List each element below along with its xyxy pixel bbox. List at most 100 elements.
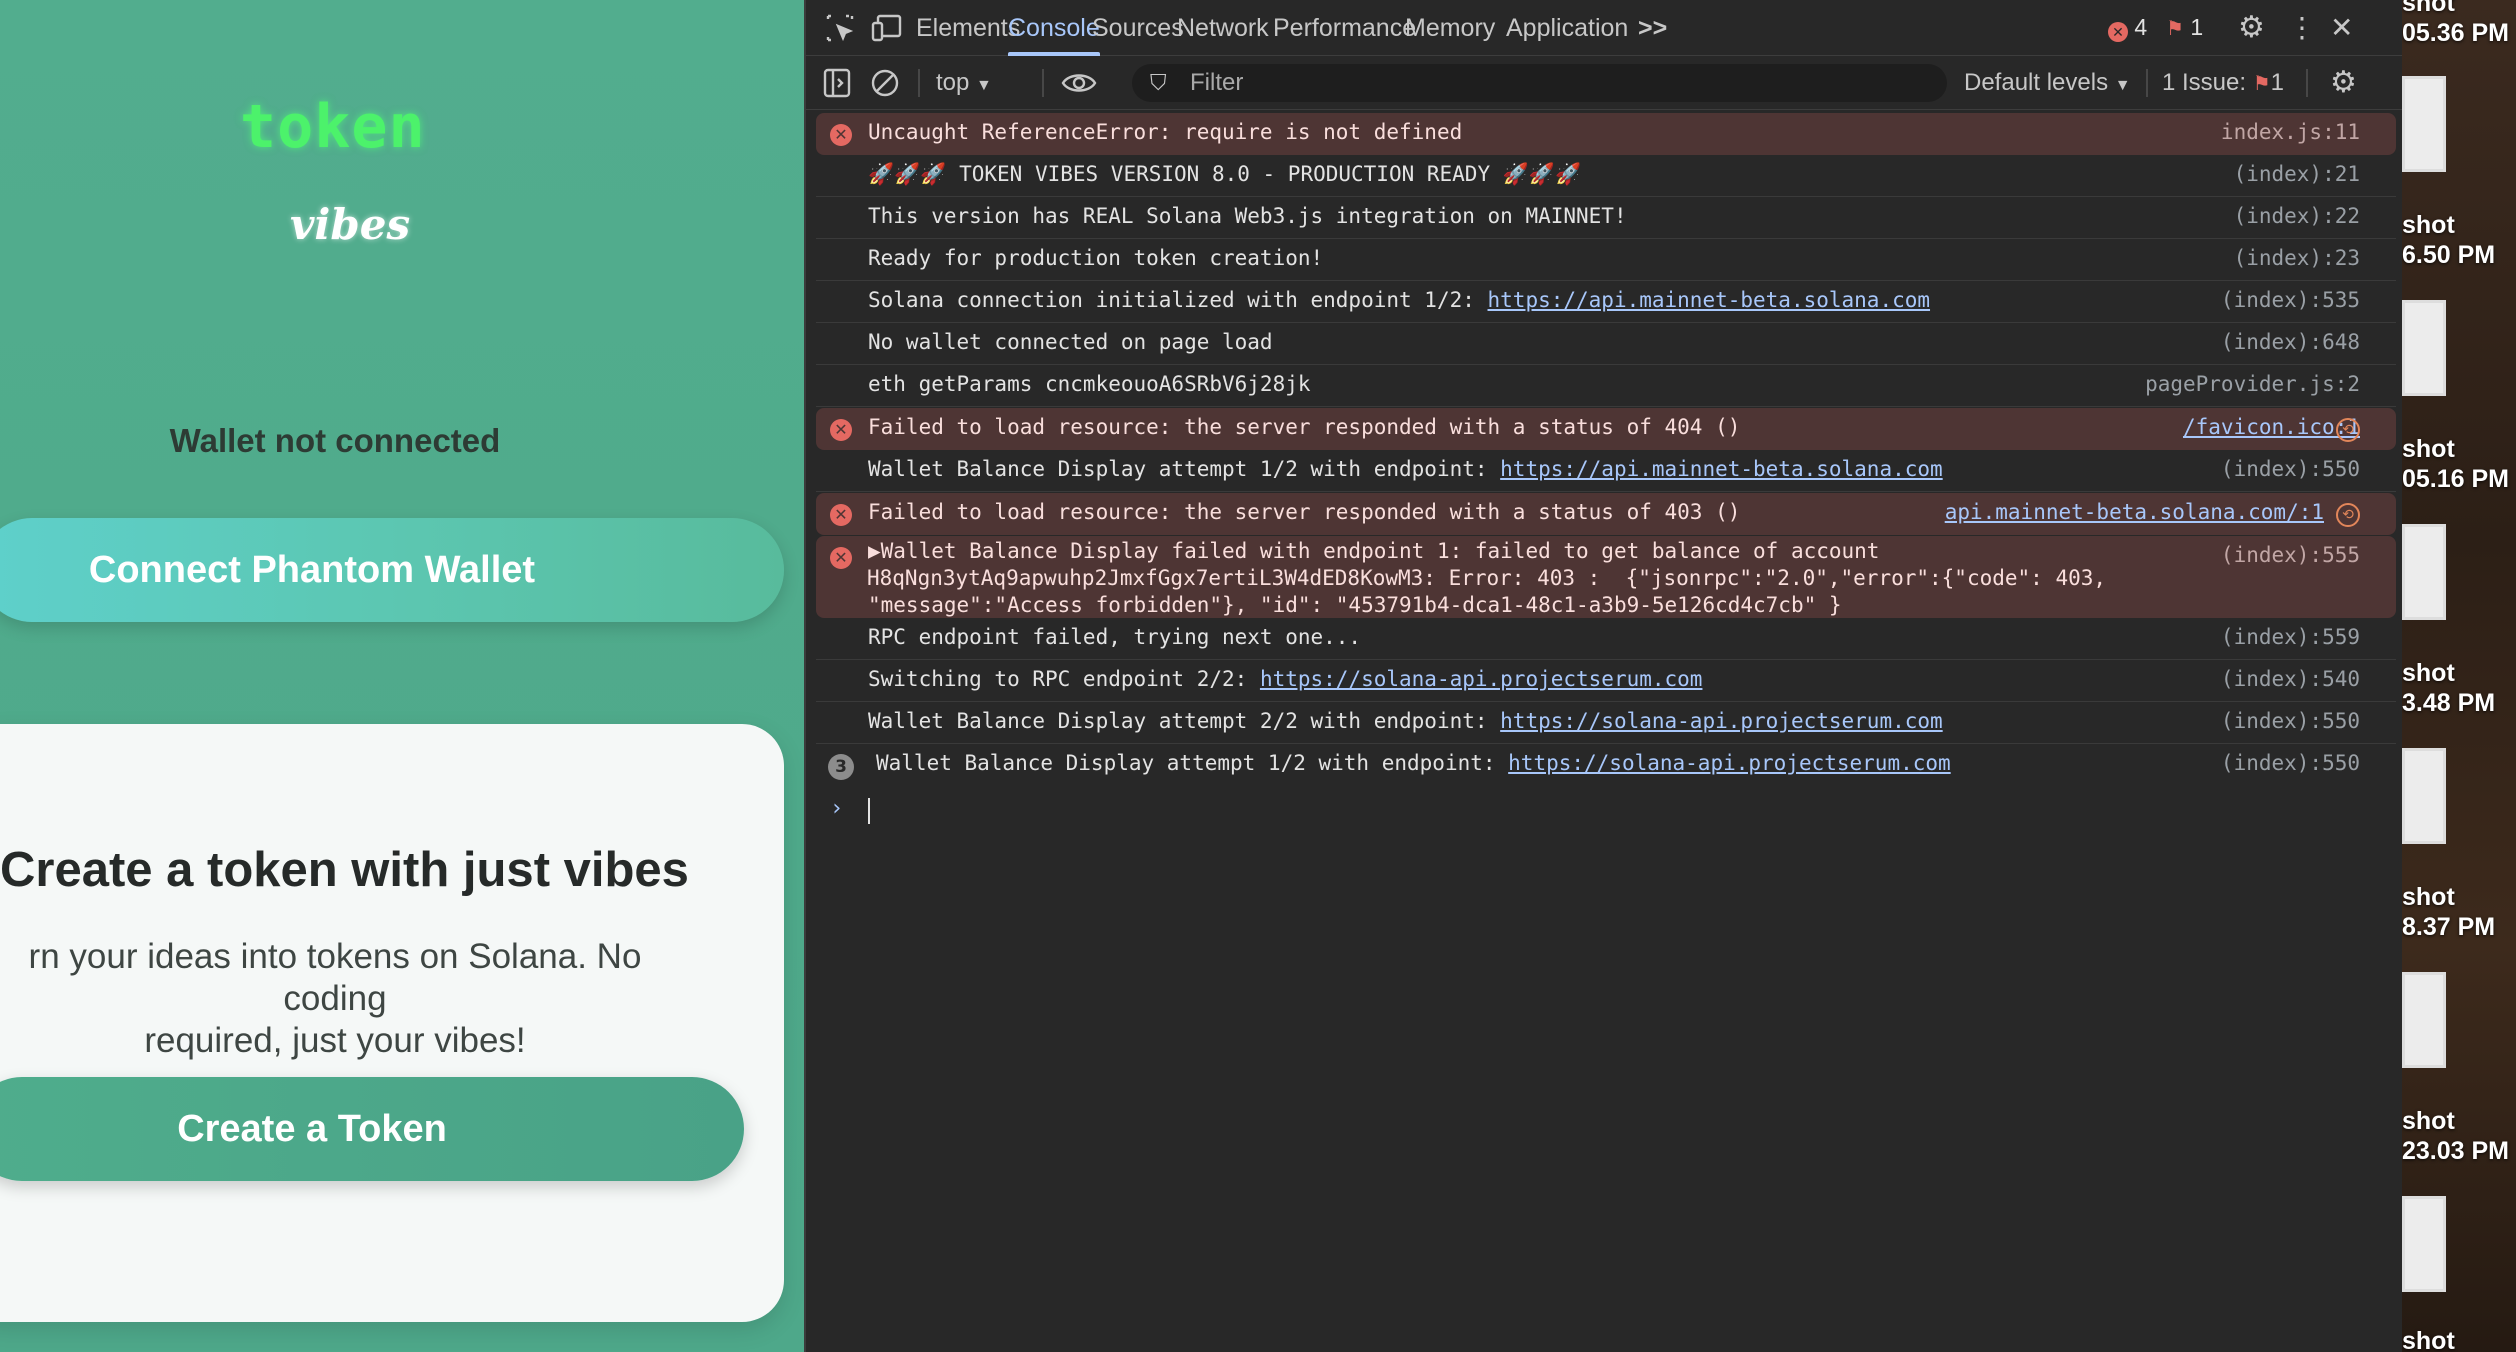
screenshot-file-icon[interactable] (2402, 76, 2446, 172)
more-tabs-chevron-icon[interactable]: >> (1638, 0, 1667, 56)
console-input-prompt[interactable]: › (816, 786, 2402, 836)
message-source-link[interactable]: (index):550 (2221, 709, 2360, 733)
issue-count: 1 (2190, 14, 2204, 40)
error-circle-icon: ✕ (830, 124, 852, 146)
message-text: Ready for production token creation! (868, 246, 1324, 270)
endpoint-link[interactable]: https://api.mainnet-beta.solana.com (1500, 457, 1943, 481)
live-expression-eye-icon[interactable] (1060, 56, 1098, 110)
message-text: Uncaught ReferenceError: require is not … (868, 120, 1463, 144)
network-request-icon[interactable]: ⟲ (2336, 418, 2360, 442)
console-log-row: No wallet connected on page load (index)… (816, 323, 2396, 365)
message-prefix: Wallet Balance Display attempt 1/2 with … (868, 457, 1501, 481)
endpoint-link[interactable]: https://solana-api.projectserum.com (1260, 667, 1703, 691)
text-caret (868, 798, 870, 824)
message-source-link[interactable]: index.js:11 (2221, 120, 2360, 144)
clear-console-icon[interactable] (870, 56, 900, 110)
card-description: rn your ideas into tokens on Solana. No … (0, 936, 680, 1062)
message-source-link[interactable]: /favicon.ico:1 (2183, 415, 2360, 439)
tab-application[interactable]: Application (1506, 0, 1628, 56)
device-toolbar-icon[interactable] (870, 12, 902, 44)
console-log-row: 🚀🚀🚀 TOKEN VIBES VERSION 8.0 - PRODUCTION… (816, 155, 2396, 197)
close-devtools-icon[interactable]: ✕ (2330, 12, 2362, 44)
console-toolbar: top ▼ ⛉ Filter Default levels ▼ 1 Issue:… (806, 56, 2402, 110)
settings-gear-icon[interactable]: ⚙ (2238, 12, 2270, 44)
toolbar-divider (2146, 69, 2148, 97)
console-error-row[interactable]: ✕ Uncaught ReferenceError: require is no… (816, 113, 2396, 155)
endpoint-link[interactable]: https://api.mainnet-beta.solana.com (1488, 288, 1931, 312)
message-source-link[interactable]: (index):559 (2221, 625, 2360, 649)
desktop-file-label: shot 6.50 PM (2402, 210, 2495, 270)
desktop-file-label: shot 05.16 PM (2402, 434, 2509, 494)
endpoint-link[interactable]: https://solana-api.projectserum.com (1508, 751, 1951, 775)
message-source-link[interactable]: (index):23 (2234, 246, 2360, 270)
toolbar-divider (918, 69, 920, 97)
message-source-link[interactable]: (index):550 (2221, 751, 2360, 775)
connect-wallet-button[interactable]: Connect Phantom Wallet (0, 518, 784, 622)
screenshot-file-icon[interactable] (2402, 300, 2446, 396)
message-source-link[interactable]: (index):555 (2221, 543, 2360, 567)
message-text: Failed to load resource: the server resp… (868, 415, 1741, 439)
screenshot-file-icon[interactable] (2402, 748, 2446, 844)
console-settings-gear-icon[interactable]: ⚙ (2330, 56, 2357, 110)
console-log-row: Wallet Balance Display attempt 2/2 with … (816, 702, 2396, 744)
logo-token-text: token (240, 92, 426, 162)
message-source-link[interactable]: api.mainnet-beta.solana.com/:1 (1945, 500, 2324, 524)
screenshot-file-icon[interactable] (2402, 524, 2446, 620)
console-error-row[interactable]: ✕ Failed to load resource: the server re… (816, 408, 2396, 450)
inspect-element-icon[interactable] (824, 12, 856, 44)
error-circle-icon: ✕ (2108, 22, 2128, 42)
file-name: shot (2402, 883, 2455, 911)
console-error-row[interactable]: ✕ Failed to load resource: the server re… (816, 493, 2396, 535)
desktop-file-label: shot 8.37 PM (2402, 882, 2495, 942)
error-circle-icon: ✕ (830, 504, 852, 526)
screenshot-file-icon[interactable] (2402, 972, 2446, 1068)
message-source-link[interactable]: (index):540 (2221, 667, 2360, 691)
prompt-chevron-icon: › (830, 796, 844, 821)
console-error-row-expandable[interactable]: ✕ ▶Wallet Balance Display failed with en… (816, 536, 2396, 618)
message-line: ▶Wallet Balance Display failed with endp… (868, 539, 1880, 563)
card-description-line1: rn your ideas into tokens on Solana. No … (28, 937, 642, 1018)
tab-memory[interactable]: Memory (1405, 0, 1495, 56)
message-source-link[interactable]: (index):22 (2234, 204, 2360, 228)
message-text: Solana connection initialized with endpo… (868, 288, 1930, 312)
tab-performance[interactable]: Performance (1273, 0, 1416, 56)
message-source-link[interactable]: (index):648 (2221, 330, 2360, 354)
error-count: 4 (2134, 14, 2148, 40)
message-text: This version has REAL Solana Web3.js int… (868, 204, 1627, 228)
issues-count: 1 (2270, 69, 2285, 96)
message-source-link[interactable]: (index):550 (2221, 457, 2360, 481)
file-name: shot (2402, 659, 2455, 687)
issue-count-badge[interactable]: ⚑ 1 (2166, 14, 2203, 41)
file-time: 05.16 PM (2402, 465, 2510, 493)
console-log-row: RPC endpoint failed, trying next one... … (816, 618, 2396, 660)
console-log-row: Ready for production token creation! (in… (816, 239, 2396, 281)
message-text: Wallet Balance Display attempt 2/2 with … (868, 709, 1943, 733)
message-source-link[interactable]: pageProvider.js:2 (2145, 372, 2360, 396)
desktop-file-label: shot 3.48 PM (2402, 658, 2495, 718)
tab-sources[interactable]: Sources (1092, 0, 1184, 56)
message-source-link[interactable]: (index):535 (2221, 288, 2360, 312)
message-text: Switching to RPC endpoint 2/2: https://s… (868, 667, 1702, 691)
context-selector[interactable]: top ▼ (936, 56, 992, 110)
message-line: H8qNgn3ytAq9apwuhp2JmxfGgx7ertiL3W4dED8K… (867, 566, 2107, 590)
message-text: No wallet connected on page load (868, 330, 1273, 354)
endpoint-link[interactable]: https://solana-api.projectserum.com (1500, 709, 1943, 733)
filter-input[interactable]: ⛉ Filter (1132, 64, 1947, 102)
console-log-row: 3 Wallet Balance Display attempt 1/2 wit… (816, 744, 2396, 786)
more-options-kebab-icon[interactable]: ⋮ (2288, 12, 2316, 44)
log-levels-dropdown[interactable]: Default levels ▼ (1964, 56, 2131, 110)
card-description-line2: required, just your vibes! (144, 1021, 526, 1060)
create-token-button[interactable]: Create a Token (0, 1077, 744, 1181)
network-request-icon[interactable]: ⟲ (2336, 503, 2360, 527)
screenshot-file-icon[interactable] (2402, 1196, 2446, 1292)
devtools-tabbar: Elements Console Sources Network Perform… (806, 0, 2402, 56)
tab-elements[interactable]: Elements (916, 0, 1020, 56)
error-count-badge[interactable]: ✕ 4 (2108, 14, 2147, 42)
tab-console[interactable]: Console (1008, 0, 1100, 56)
message-source-link[interactable]: (index):21 (2234, 162, 2360, 186)
sidebar-toggle-icon[interactable] (822, 56, 852, 110)
issues-button[interactable]: 1 Issue: ⚑1 (2162, 56, 2284, 110)
issues-label: 1 Issue: (2162, 69, 2247, 96)
message-text: 🚀🚀🚀 TOKEN VIBES VERSION 8.0 - PRODUCTION… (868, 162, 1582, 186)
tab-network[interactable]: Network (1177, 0, 1269, 56)
